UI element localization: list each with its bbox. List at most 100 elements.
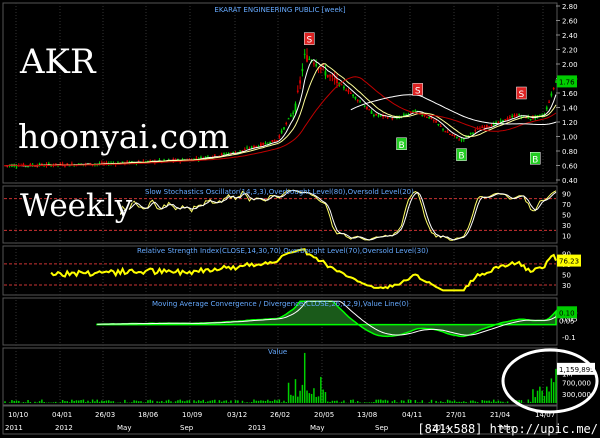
y-tick-label: 50 — [562, 212, 571, 220]
candle-body — [437, 123, 440, 125]
candle-body — [552, 87, 555, 89]
candle-body — [301, 68, 304, 72]
rsi-value-label: 76.23 — [559, 258, 579, 266]
symbol-label: AKR — [20, 42, 96, 82]
x-date-label: 26/03 — [95, 411, 115, 419]
candle-body — [435, 121, 438, 123]
candle-body — [308, 58, 311, 60]
panel-title: Slow Stochastics Oscillator(14,3,3),Over… — [145, 188, 414, 196]
candle-body — [469, 132, 472, 134]
watermark: [841x588] http://upic.me/ — [417, 422, 598, 436]
candle-body — [423, 115, 426, 117]
candle-body — [515, 114, 518, 116]
y-tick-label: 50 — [562, 271, 571, 279]
candle-body — [504, 119, 507, 121]
x-date-label: 13/08 — [357, 411, 377, 419]
y-tick-label: 1.60 — [562, 90, 578, 98]
panel-title: EKARAT ENGINEERING PUBLIC [week] — [214, 6, 345, 14]
candle-body — [508, 116, 511, 119]
y-tick-label: 0.80 — [562, 148, 578, 156]
candle-body — [359, 101, 361, 103]
candle-body — [462, 138, 465, 140]
y-tick-label: 300,000 — [562, 391, 591, 399]
signal-value-label: 0.05 — [559, 317, 575, 325]
candle-body — [386, 117, 389, 119]
y-tick-label: 2.60 — [562, 18, 578, 26]
candle-body — [299, 80, 301, 84]
candle-body — [262, 142, 265, 145]
candle-body — [548, 101, 550, 103]
panel-title: Moving Average Convergence / Divergence(… — [152, 300, 409, 308]
candle-body — [283, 127, 285, 130]
x-period-label: May — [310, 424, 324, 432]
candle-body — [342, 86, 345, 89]
x-date-label: 27/01 — [446, 411, 466, 419]
candle-body — [315, 64, 318, 67]
x-date-label: 10/10 — [8, 411, 28, 419]
candle-body — [349, 92, 352, 94]
y-tick-label: 90 — [562, 190, 571, 198]
volume-value-label: 1,159,895 — [559, 366, 595, 374]
candle-body — [352, 94, 355, 97]
candle-body — [442, 128, 444, 130]
candle-body — [449, 133, 451, 135]
y-tick-label: 1.40 — [562, 105, 578, 113]
candle-body — [250, 146, 253, 148]
candle-body — [296, 90, 299, 92]
candle-body — [280, 130, 283, 133]
signal-label: S — [306, 36, 312, 46]
signal-label: B — [458, 152, 464, 162]
y-tick-label: 0.60 — [562, 163, 578, 171]
y-tick-label: -0.1 — [562, 334, 576, 342]
y-tick-label: 0.40 — [562, 177, 578, 185]
y-tick-label: 2.20 — [562, 47, 578, 55]
candle-body — [506, 118, 509, 120]
rsi-line — [50, 248, 557, 292]
candle-body — [446, 131, 449, 133]
panel-frame — [2, 2, 558, 184]
candle-body — [306, 55, 308, 62]
candle-body — [545, 107, 548, 110]
x-period-label: 2012 — [55, 424, 73, 432]
stoch-k-line — [119, 189, 557, 241]
candle-body — [289, 115, 292, 117]
candle-body — [243, 149, 246, 151]
candle-body — [428, 116, 431, 119]
candle-body — [292, 112, 295, 114]
candle-body — [356, 100, 359, 102]
panel-title: Value — [268, 348, 287, 356]
x-date-label: 20/05 — [314, 411, 334, 419]
signal-label: S — [519, 90, 525, 100]
candle-body — [370, 111, 373, 114]
candle-body — [402, 114, 405, 116]
candle-body — [246, 147, 248, 149]
panel-title: Relative Strength Index(CLOSE,14,30,70),… — [137, 247, 429, 255]
y-tick-label: 700,000 — [562, 379, 591, 387]
x-date-label: 26/02 — [270, 411, 290, 419]
x-date-label: 21/04 — [490, 411, 511, 419]
candle-body — [66, 163, 69, 165]
candle-body — [444, 131, 447, 133]
candle-body — [326, 75, 329, 78]
candle-body — [432, 119, 435, 121]
panel-frame — [2, 347, 558, 406]
macd-value-label: 0.10 — [559, 309, 575, 317]
candle-body — [421, 114, 424, 116]
candle-body — [239, 150, 242, 152]
candle-body — [550, 93, 553, 96]
x-period-label: May — [117, 424, 131, 432]
candle-body — [264, 143, 267, 145]
stoch-d-line — [119, 189, 557, 241]
candle-body — [513, 115, 516, 117]
candle-body — [518, 114, 521, 116]
candle-body — [460, 139, 463, 141]
x-date-label: 04/01 — [52, 411, 72, 419]
candle-body — [425, 117, 428, 119]
y-tick-label: 2.00 — [562, 61, 578, 69]
y-tick-label: 1.00 — [562, 134, 578, 142]
y-tick-label: 2.80 — [562, 3, 578, 11]
candle-body — [347, 90, 350, 93]
candle-body — [372, 114, 375, 116]
last-price-label: 1.76 — [559, 78, 575, 86]
candle-body — [439, 126, 442, 128]
